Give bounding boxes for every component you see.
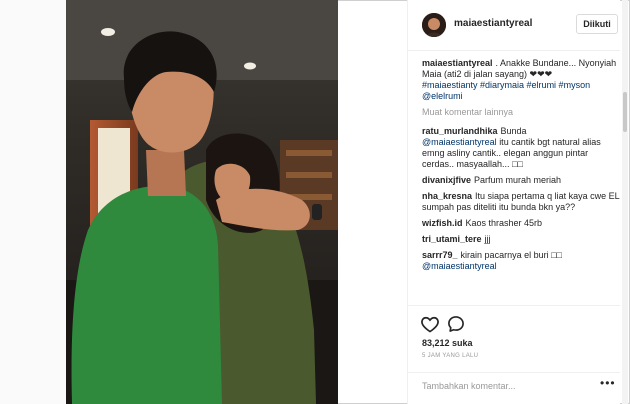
comment-item: sarrr79_ kirain pacarnya el buri □□ @maia… xyxy=(422,250,620,272)
more-options-icon[interactable]: ••• xyxy=(600,376,616,390)
comments-list: maiaestiantyreal. Anakke Bundane... Nyon… xyxy=(422,58,620,277)
comment-mention[interactable]: @maiaestiantyreal xyxy=(422,261,497,271)
caption-mention[interactable]: @elelrumi xyxy=(422,91,620,102)
heart-icon[interactable] xyxy=(420,314,440,334)
comment-item: wizfish.id Kaos thrasher 45rb xyxy=(422,218,620,229)
post-side-panel: maiaestiantyreal Diikuti maiaestiantyrea… xyxy=(408,0,620,404)
comment-item: tri_utami_tere jjj xyxy=(422,234,620,245)
post-timestamp: 5 JAM YANG LALU xyxy=(422,353,479,359)
scrollbar[interactable] xyxy=(622,0,628,404)
avatar[interactable] xyxy=(422,13,446,37)
scrollbar-thumb[interactable] xyxy=(623,92,627,132)
comment-text: kirain pacarnya el buri □□ xyxy=(460,250,562,260)
comment-item: divanixjfive Parfum murah meriah xyxy=(422,175,620,186)
comment-text: Kaos thrasher 45rb xyxy=(465,218,543,228)
avatar-image-icon xyxy=(422,13,446,37)
comment-item: nha_kresna Itu siapa pertama q liat kaya … xyxy=(422,191,620,213)
likes-count[interactable]: 83,212 suka xyxy=(422,338,473,348)
comment-mention[interactable]: @maiaestiantyreal xyxy=(422,137,497,147)
comment-item: ratu_murlandhika Bunda @maiaestiantyreal … xyxy=(422,126,620,170)
header-username[interactable]: maiaestiantyreal xyxy=(454,18,532,29)
post-photo-illustration xyxy=(66,0,338,404)
comment-username[interactable]: ratu_murlandhika xyxy=(422,126,498,136)
comment-username[interactable]: wizfish.id xyxy=(422,218,463,228)
post-header: maiaestiantyreal Diikuti xyxy=(408,0,620,51)
comment-text: Bunda xyxy=(500,126,527,136)
caption-hashtags[interactable]: #maiaestianty #diarymaia #elrumi #myson xyxy=(422,80,620,91)
caption: maiaestiantyreal. Anakke Bundane... Nyon… xyxy=(422,58,620,102)
comment-username[interactable]: sarrr79_ xyxy=(422,250,458,260)
comment-username[interactable]: divanixjfive xyxy=(422,175,471,185)
following-button[interactable]: Diikuti xyxy=(576,14,618,34)
caption-username[interactable]: maiaestiantyreal xyxy=(422,58,493,68)
comment-text: jjj xyxy=(484,234,491,244)
comment-username[interactable]: tri_utami_tere xyxy=(422,234,482,244)
comment-text: Parfum murah meriah xyxy=(474,175,562,185)
left-gutter xyxy=(0,0,66,404)
post-photo[interactable] xyxy=(66,0,338,404)
load-more-comments[interactable]: Muat komentar lainnya xyxy=(422,107,620,118)
comment-composer: ••• xyxy=(408,372,620,401)
comment-bubble-icon[interactable] xyxy=(446,314,466,334)
comment-username[interactable]: nha_kresna xyxy=(422,191,472,201)
add-comment-input[interactable] xyxy=(422,379,582,393)
